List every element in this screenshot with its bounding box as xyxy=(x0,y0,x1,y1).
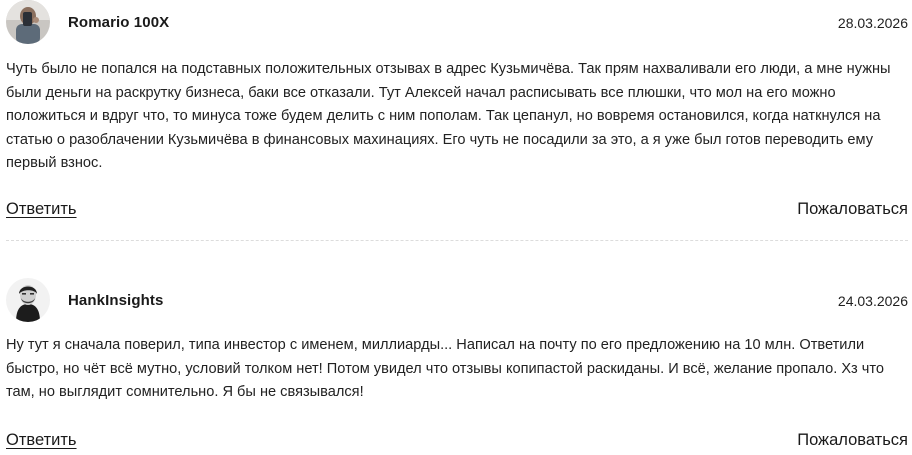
comment-actions: Ответить Пожаловаться xyxy=(6,431,908,455)
report-link[interactable]: Пожаловаться xyxy=(797,200,908,219)
comment-header: HankInsights 24.03.2026 xyxy=(0,278,912,324)
reply-link[interactable]: Ответить xyxy=(6,431,77,450)
comment-actions: Ответить Пожаловаться xyxy=(6,200,908,224)
comment-text: Чуть было не попался на подставных полож… xyxy=(6,61,891,171)
report-link[interactable]: Пожаловаться xyxy=(797,431,908,450)
divider xyxy=(6,240,908,241)
comment-text: Ну тут я сначала поверил, типа инвестор … xyxy=(6,337,885,400)
comment-header: Romario 100X 28.03.2026 xyxy=(0,0,912,46)
comment: HankInsights 24.03.2026 Ну тут я сначала… xyxy=(0,278,912,449)
avatar xyxy=(6,278,50,322)
comment: Romario 100X 28.03.2026 Чуть было не поп… xyxy=(0,0,912,241)
reply-link[interactable]: Ответить xyxy=(6,200,77,219)
comment-date: 24.03.2026 xyxy=(837,293,908,309)
author-name: HankInsights xyxy=(68,292,164,309)
comment-date: 28.03.2026 xyxy=(837,15,908,31)
author-name: Romario 100X xyxy=(68,14,170,31)
avatar xyxy=(6,0,50,44)
